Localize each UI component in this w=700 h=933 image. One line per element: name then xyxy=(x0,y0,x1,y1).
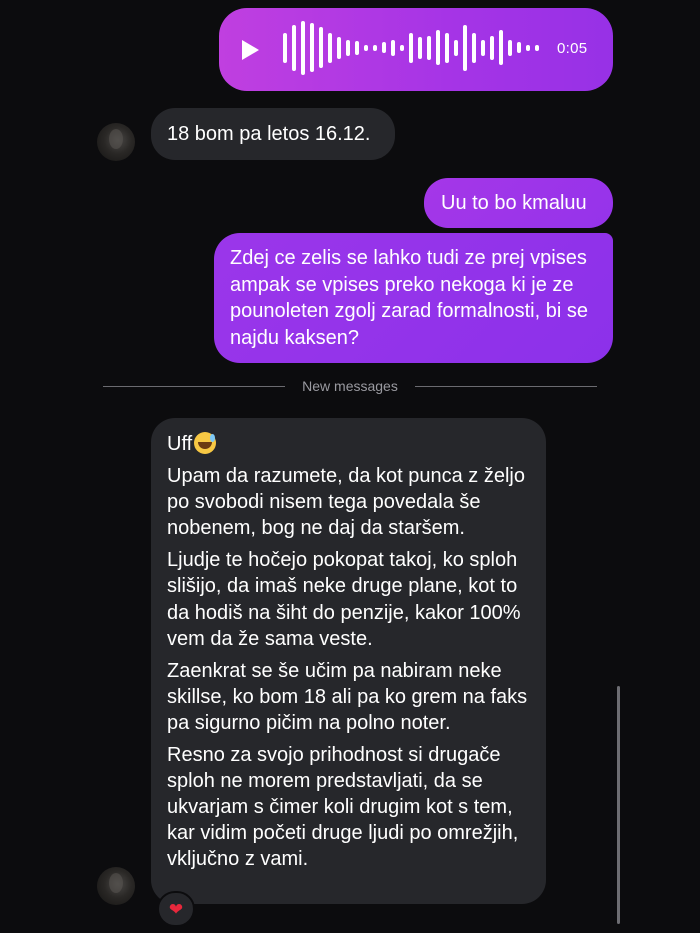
voice-duration: 0:05 xyxy=(557,40,588,57)
waveform-bar xyxy=(526,45,530,51)
waveform-bar xyxy=(517,42,521,53)
message-paragraph: Resno za svojo prihodnost si drugače spl… xyxy=(167,744,519,871)
chat-thread: 0:05 18 bom pa letos 16.12. Uu to bo kma… xyxy=(0,0,700,933)
waveform-bar xyxy=(490,36,494,60)
waveform-bar xyxy=(472,33,476,63)
waveform-bar xyxy=(301,21,305,75)
voice-waveform[interactable] xyxy=(283,20,543,76)
waveform-bar xyxy=(499,30,503,65)
incoming-message[interactable]: Uff Upam da razumete, da kot punca z žel… xyxy=(151,418,546,904)
waveform-bar xyxy=(427,36,431,60)
waveform-bar xyxy=(409,33,413,63)
waveform-bar xyxy=(373,45,377,51)
waveform-bar xyxy=(319,27,323,68)
message-paragraph: Zaenkrat se še učim pa nabiram neke skil… xyxy=(167,659,528,734)
incoming-message[interactable]: 18 bom pa letos 16.12. xyxy=(151,108,395,160)
divider-line xyxy=(415,386,597,387)
waveform-bar xyxy=(535,45,539,51)
waveform-bar xyxy=(355,41,359,55)
message-paragraph: Ljudje te hočejo pokopat takoj, ko sploh… xyxy=(167,549,521,650)
message-paragraph: Upam da razumete, da kot punca z željo p… xyxy=(167,465,525,540)
waveform-bar xyxy=(463,25,467,71)
new-messages-divider: New messages xyxy=(103,376,597,398)
waveform-bar xyxy=(337,37,341,59)
waveform-bar xyxy=(364,45,368,51)
play-icon[interactable] xyxy=(242,40,259,60)
waveform-bar xyxy=(400,45,404,51)
contact-avatar[interactable] xyxy=(97,867,135,905)
waveform-bar xyxy=(292,25,296,71)
outgoing-message[interactable]: Uu to bo kmaluu xyxy=(424,178,613,228)
message-line: Uff xyxy=(167,433,193,455)
grinning-sweat-emoji-icon xyxy=(194,432,217,454)
outgoing-message[interactable]: Zdej ce zelis se lahko tudi ze prej vpis… xyxy=(214,233,613,363)
waveform-bar xyxy=(310,23,314,72)
waveform-bar xyxy=(382,42,386,53)
waveform-bar xyxy=(508,40,512,56)
waveform-bar xyxy=(391,40,395,56)
waveform-bar xyxy=(436,30,440,65)
scrollbar[interactable] xyxy=(617,686,620,924)
contact-avatar[interactable] xyxy=(97,123,135,161)
waveform-bar xyxy=(418,37,422,59)
heart-reaction-icon[interactable]: ❤ xyxy=(157,891,195,927)
waveform-bar xyxy=(445,33,449,63)
waveform-bar xyxy=(454,40,458,56)
waveform-bar xyxy=(283,33,287,63)
waveform-bar xyxy=(346,40,350,56)
waveform-bar xyxy=(481,40,485,56)
waveform-bar xyxy=(328,33,332,63)
